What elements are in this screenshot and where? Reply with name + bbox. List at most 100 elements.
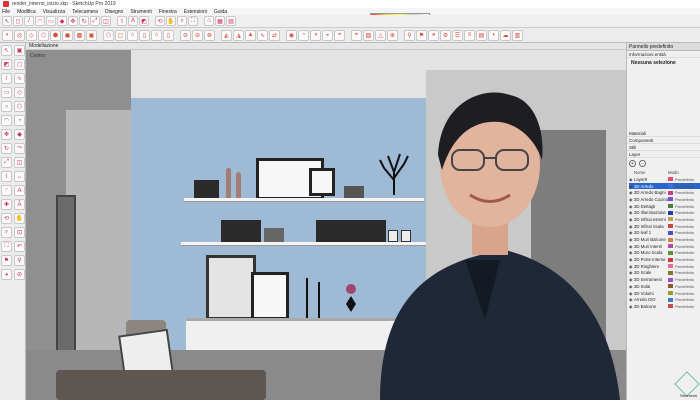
layer-color-swatch[interactable] <box>668 244 673 249</box>
layer-color-swatch[interactable] <box>668 217 673 222</box>
move-tool-icon[interactable]: ✥ <box>1 129 12 140</box>
styles-header[interactable]: Stili <box>627 144 700 151</box>
monochrome-icon[interactable]: ▣ <box>86 29 97 41</box>
position-camera-tool-icon[interactable]: ⚑ <box>1 255 12 266</box>
arc-tool-icon[interactable]: ◠ <box>1 115 12 126</box>
move-icon[interactable]: ✥ <box>68 16 78 26</box>
layer-color-swatch[interactable] <box>668 284 673 289</box>
select-tool-icon[interactable]: ↖ <box>1 45 12 56</box>
arc-icon[interactable]: ◠ <box>35 16 45 26</box>
stamp-icon[interactable]: ▲ <box>245 29 256 41</box>
pan-icon[interactable]: ✋ <box>166 16 176 26</box>
add-layer-icon[interactable]: + <box>629 160 636 167</box>
styles-icon[interactable]: ◐ <box>2 29 13 41</box>
toggle-terrain-icon[interactable]: △ <box>375 29 386 41</box>
dynamic-components-icon[interactable]: ⚙ <box>440 29 451 41</box>
geo-location-icon[interactable]: ⌖ <box>351 29 362 41</box>
component-tool-icon[interactable]: ▣ <box>14 45 25 56</box>
drape-icon[interactable]: ◮ <box>233 29 244 41</box>
layer-row[interactable]: ◉ 3D Muro Scala Predefinito <box>629 250 700 257</box>
layer-row[interactable]: ◉ 3D Ringhiere Predefinito <box>629 263 700 270</box>
pie-tool-icon[interactable]: ◔ <box>14 115 25 126</box>
rectangle-icon[interactable]: ▭ <box>46 16 56 26</box>
solid-subtract-icon[interactable]: ◔ <box>298 29 309 41</box>
menu-window[interactable]: Finestra <box>159 9 177 15</box>
layer-color-swatch[interactable] <box>668 250 673 255</box>
previous-view-tool-icon[interactable]: ↶ <box>14 241 25 252</box>
position-camera-icon[interactable]: ⚑ <box>416 29 427 41</box>
layer-color-swatch[interactable] <box>668 291 673 296</box>
shaded-textures-icon[interactable]: ▩ <box>74 29 85 41</box>
rectangle-tool-icon[interactable]: ▭ <box>1 87 12 98</box>
layer-row[interactable]: ◉ 3D leaf 1 Predefinito <box>629 230 700 237</box>
layer-color-swatch[interactable] <box>668 264 673 269</box>
shadows-icon[interactable]: ◖ <box>488 29 499 41</box>
shaded-icon[interactable]: ◼ <box>62 29 73 41</box>
outliner-icon[interactable]: ☰ <box>452 29 463 41</box>
layers-icon[interactable]: ≡ <box>464 29 475 41</box>
layer-color-swatch[interactable] <box>668 304 673 309</box>
menu-extensions[interactable]: Estensioni <box>184 9 207 15</box>
right-view-icon[interactable]: ▯ <box>139 29 150 41</box>
polygon-tool-icon[interactable]: ⬡ <box>14 101 25 112</box>
text-tool-icon[interactable]: A <box>14 185 25 196</box>
offset-tool-icon[interactable]: ◫ <box>14 157 25 168</box>
tape-tool-icon[interactable]: ⌇ <box>1 171 12 182</box>
fog-icon[interactable]: ☁ <box>500 29 511 41</box>
freehand-tool-icon[interactable]: ∿ <box>14 73 25 84</box>
iso-view-icon[interactable]: ⬠ <box>103 29 114 41</box>
tape-measure-icon[interactable]: ⌇ <box>117 16 127 26</box>
rotated-rect-tool-icon[interactable]: ◇ <box>14 87 25 98</box>
components-header[interactable]: Componenti <box>627 137 700 144</box>
followme-tool-icon[interactable]: ⤳ <box>14 143 25 154</box>
section-cut-icon[interactable]: ⊗ <box>204 29 215 41</box>
scale-icon[interactable]: ⤢ <box>90 16 100 26</box>
layer-row[interactable]: ◉ 3D Arredo Predefinito <box>629 182 700 190</box>
zoom-icon[interactable]: ⌕ <box>177 16 187 26</box>
layer-row[interactable]: ◉ 3D Scale Predefinito <box>629 270 700 277</box>
layer-color-swatch[interactable] <box>668 230 673 235</box>
photo-texture-icon[interactable]: ▨ <box>363 29 374 41</box>
zoom-tool-icon[interactable]: ⌕ <box>1 227 12 238</box>
layer-row[interactable]: ◉ 3D Infissi Scala Predefinito <box>629 223 700 230</box>
smoove-icon[interactable]: ∿ <box>257 29 268 41</box>
layer-row[interactable]: ◉ 3D Balcone Predefinito <box>629 303 700 310</box>
walk-icon[interactable]: ⚲ <box>404 29 415 41</box>
layer-color-swatch[interactable] <box>668 297 673 302</box>
layer-color-swatch[interactable] <box>668 184 673 189</box>
offset-icon[interactable]: ◫ <box>101 16 111 26</box>
select-icon[interactable]: ↖ <box>2 16 12 26</box>
materials-header[interactable]: Materiali <box>627 130 700 137</box>
solid-union-icon[interactable]: ◉ <box>286 29 297 41</box>
flip-edge-icon[interactable]: ⇄ <box>269 29 280 41</box>
section-plane-icon[interactable]: ⊘ <box>180 29 191 41</box>
layer-row[interactable]: ◉ 3D Porte Interne Predefinito <box>629 256 700 263</box>
layer-color-swatch[interactable] <box>668 270 673 275</box>
hidden-line-icon[interactable]: ⬢ <box>50 29 61 41</box>
layer-row[interactable]: ◉ 3D Serramenti Predefinito <box>629 276 700 283</box>
left-view-icon[interactable]: ▯ <box>163 29 174 41</box>
menu-camera[interactable]: Telecamera <box>72 9 98 15</box>
top-view-icon[interactable]: ▢ <box>115 29 126 41</box>
layer-color-swatch[interactable] <box>668 197 673 202</box>
menu-view[interactable]: Visualizza <box>43 9 65 15</box>
layer-row[interactable]: ◉ 3D Volumi Predefinito <box>629 290 700 297</box>
zoom-window-tool-icon[interactable]: ⊡ <box>14 227 25 238</box>
rotate-icon[interactable]: ↻ <box>79 16 89 26</box>
layer-color-swatch[interactable] <box>668 177 673 182</box>
front-view-icon[interactable]: ⌂ <box>127 29 138 41</box>
layer-row[interactable]: ◉ Arredo ISO Predefinito <box>629 296 700 303</box>
pushpull-tool-icon[interactable]: ◆ <box>14 129 25 140</box>
entity-info-header[interactable]: Informazioni entità <box>627 51 700 58</box>
layers-header[interactable]: Layer <box>627 151 700 158</box>
delete-layer-icon[interactable]: − <box>639 160 646 167</box>
push-pull-icon[interactable]: ◆ <box>57 16 67 26</box>
match-photo-icon[interactable]: ▥ <box>512 29 523 41</box>
axes-tool-icon[interactable]: ✚ <box>1 199 12 210</box>
line-icon[interactable]: / <box>24 16 34 26</box>
add-location-icon[interactable]: ⊕ <box>387 29 398 41</box>
layer-color-swatch[interactable] <box>668 204 673 209</box>
layer-color-swatch[interactable] <box>668 210 673 215</box>
pan-tool-icon[interactable]: ✋ <box>14 213 25 224</box>
layer-row[interactable]: ◉ 3D Solai Predefinito <box>629 283 700 290</box>
